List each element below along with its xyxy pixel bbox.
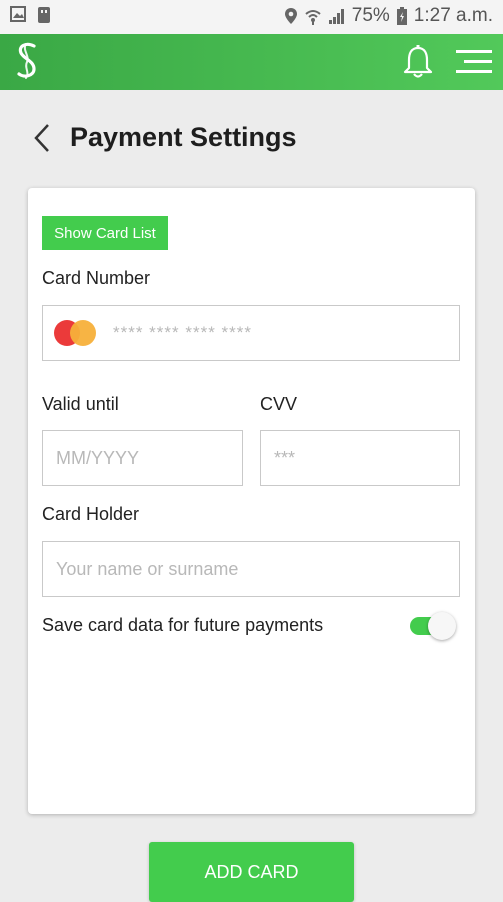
signal-icon: [328, 7, 346, 25]
save-card-toggle[interactable]: [410, 611, 458, 641]
save-card-label: Save card data for future payments: [42, 615, 324, 635]
mastercard-icon: [50, 319, 100, 352]
card-number-label: Card Number: [42, 268, 151, 288]
payment-card-form: Show Card List Card Number Valid until C…: [28, 188, 475, 814]
cvv-input[interactable]: [260, 430, 460, 486]
image-notification-icon: [10, 6, 26, 24]
battery-percent: 75%: [351, 5, 390, 26]
valid-until-input[interactable]: [42, 430, 243, 486]
location-icon: [284, 7, 298, 25]
show-card-list-button[interactable]: Show Card List: [42, 216, 168, 250]
wifi-icon: [304, 7, 322, 25]
add-card-button[interactable]: ADD CARD: [149, 842, 354, 902]
bell-icon[interactable]: [402, 44, 434, 85]
status-bar: 75% 1:27 a.m.: [0, 0, 503, 34]
app-bar: [0, 34, 503, 90]
chevron-left-icon[interactable]: [32, 122, 52, 159]
page-title: Payment Settings: [70, 122, 297, 152]
battery-icon: [396, 7, 408, 25]
card-number-field: [42, 305, 463, 361]
usb-icon: [36, 6, 52, 24]
hamburger-menu-icon[interactable]: [454, 48, 494, 81]
clock: 1:27 a.m.: [413, 5, 493, 26]
valid-until-label: Valid until: [42, 394, 119, 414]
card-holder-label: Card Holder: [42, 504, 140, 524]
cvv-label: CVV: [260, 394, 298, 414]
card-number-input[interactable]: [103, 306, 463, 360]
toggle-knob: [428, 612, 456, 640]
card-holder-input[interactable]: [42, 541, 460, 597]
app-logo-icon: [12, 40, 42, 87]
